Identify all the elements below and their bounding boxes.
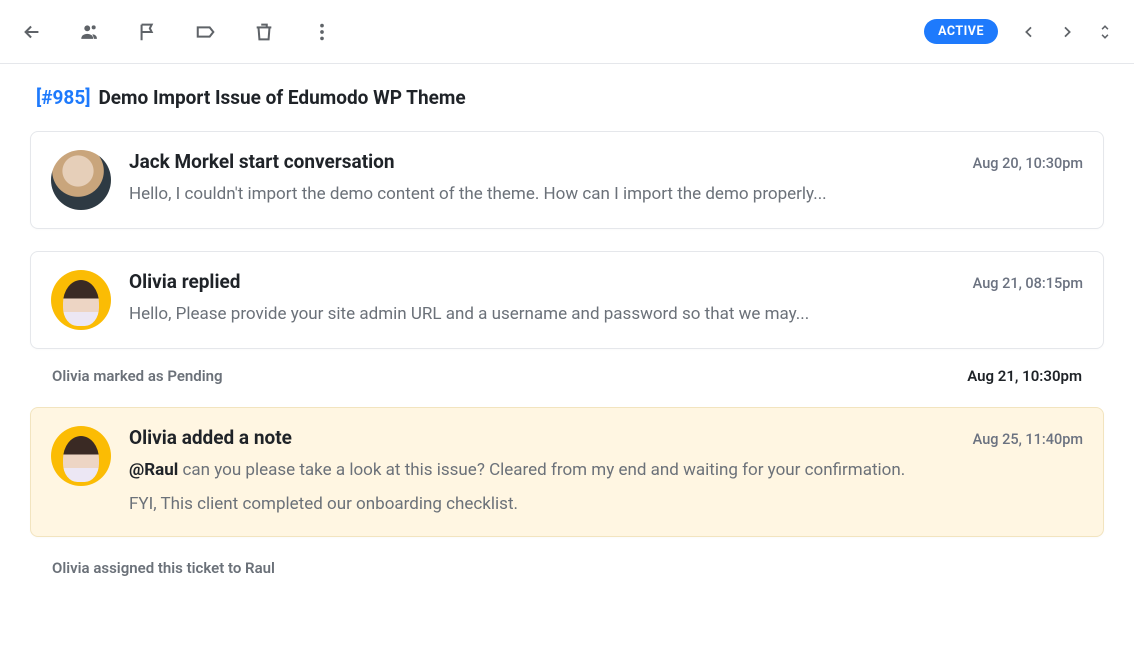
note-time: Aug 25, 11:40pm [973, 431, 1083, 448]
note-line1: can you please take a look at this issue… [178, 460, 905, 480]
note-author: Olivia added a note [129, 426, 292, 449]
ticket-id: [#985] [36, 86, 90, 109]
toolbar-left [20, 20, 334, 44]
unfold-icon-button[interactable] [1096, 24, 1114, 40]
back-icon-button[interactable] [20, 20, 44, 44]
status-time: Aug 21, 10:30pm [967, 367, 1082, 385]
status-text: Olivia marked as Pending [52, 367, 223, 385]
mention[interactable]: @Raul [129, 460, 178, 480]
avatar [51, 270, 111, 330]
message-card[interactable]: Olivia replied Aug 21, 08:15pm Hello, Pl… [30, 251, 1104, 349]
note-line2: FYI, This client completed our onboardin… [129, 491, 1083, 517]
note-card[interactable]: Olivia added a note Aug 25, 11:40pm @Rau… [30, 407, 1104, 537]
delete-icon-button[interactable] [252, 20, 276, 44]
note-body: @Raul can you please take a look at this… [129, 457, 1083, 518]
more-icon-button[interactable] [310, 20, 334, 44]
avatar [51, 150, 111, 210]
message-time: Aug 21, 08:15pm [973, 275, 1083, 292]
assignment-row: Olivia assigned this ticket to Raul [30, 559, 1104, 577]
message-body: Hello, Please provide your site admin UR… [129, 301, 1083, 327]
status-pill[interactable]: ACTIVE [924, 19, 998, 44]
toolbar: ACTIVE [0, 0, 1134, 64]
next-icon-button[interactable] [1052, 17, 1082, 47]
message-author: Jack Morkel start conversation [129, 150, 395, 173]
prev-icon-button[interactable] [1014, 17, 1044, 47]
ticket-content: [#985] Demo Import Issue of Edumodo WP T… [0, 64, 1134, 577]
message-time: Aug 20, 10:30pm [973, 155, 1083, 172]
message-author: Olivia replied [129, 270, 240, 293]
status-row: Olivia marked as Pending Aug 21, 10:30pm [30, 367, 1104, 407]
people-icon-button[interactable] [78, 20, 102, 44]
ticket-title-row: [#985] Demo Import Issue of Edumodo WP T… [30, 82, 1104, 131]
avatar [51, 426, 111, 486]
message-body: Hello, I couldn't import the demo conten… [129, 181, 1083, 207]
label-icon-button[interactable] [194, 20, 218, 44]
ticket-title: Demo Import Issue of Edumodo WP Theme [98, 86, 465, 109]
message-card[interactable]: Jack Morkel start conversation Aug 20, 1… [30, 131, 1104, 229]
toolbar-right: ACTIVE [924, 17, 1114, 47]
flag-icon-button[interactable] [136, 20, 160, 44]
